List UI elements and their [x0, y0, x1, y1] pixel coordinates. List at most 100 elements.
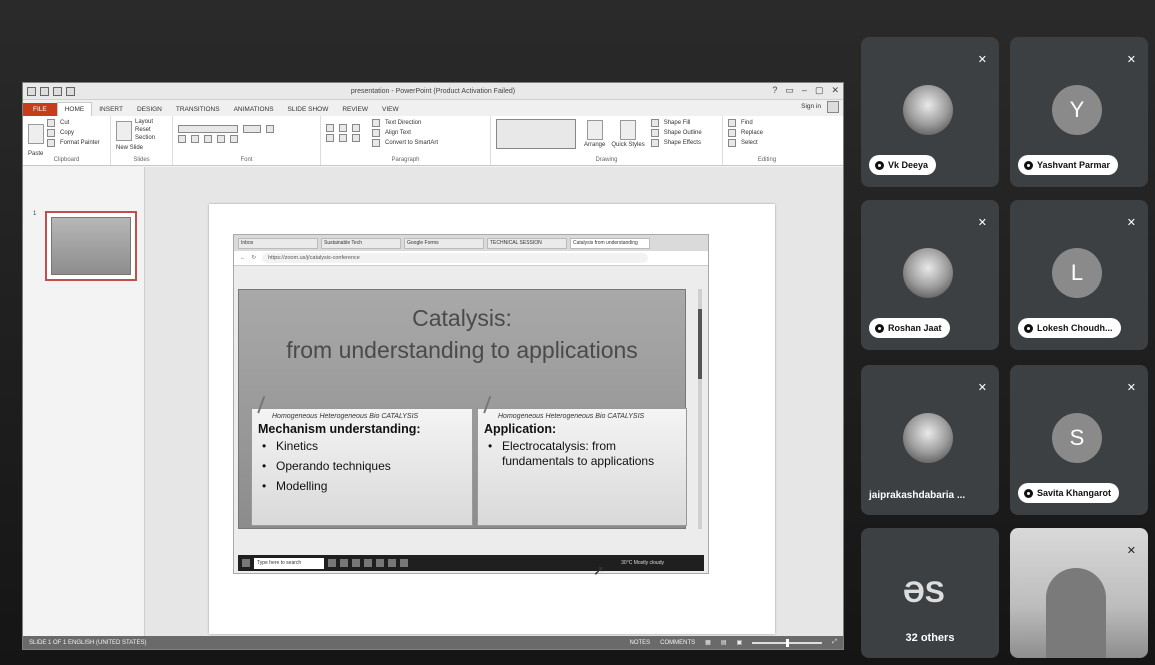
tab-file[interactable]: FILE: [23, 103, 57, 116]
font-name-box[interactable]: [178, 125, 238, 133]
fit-slide-icon[interactable]: ⤢: [832, 639, 837, 646]
card-heading: Application:: [484, 422, 557, 436]
slide-thumbnail[interactable]: [45, 211, 137, 281]
text-direction-button[interactable]: Text Direction: [385, 120, 421, 126]
arrange-icon[interactable]: [586, 120, 603, 140]
font-color-icon[interactable]: [230, 135, 238, 143]
browser-tab: TECHNICAL SESSION: [487, 237, 567, 249]
shape-effects-icon: [650, 139, 659, 147]
account-avatar[interactable]: [827, 101, 839, 113]
strikethrough-icon[interactable]: [217, 135, 225, 143]
new-slide-button[interactable]: New Slide: [116, 145, 143, 151]
tab-review[interactable]: REVIEW: [335, 103, 375, 116]
find-button[interactable]: Find: [741, 120, 753, 126]
replace-icon: [728, 129, 736, 137]
underline-icon[interactable]: [204, 135, 212, 143]
pasted-screenshot[interactable]: Inbox Sustainable Tech Google Forms TECH…: [233, 234, 709, 574]
replace-button[interactable]: Replace: [741, 130, 763, 136]
section-button[interactable]: Section: [135, 135, 155, 141]
avatar: [903, 85, 953, 135]
avatar: Y: [1052, 85, 1102, 135]
minimize-button[interactable]: –: [802, 85, 807, 96]
align-text-button[interactable]: Align Text: [385, 130, 411, 136]
reload-icon: ↻: [251, 255, 257, 261]
reading-view-icon[interactable]: ▣: [737, 639, 743, 646]
align-right-icon[interactable]: [352, 134, 360, 142]
convert-smartart-button[interactable]: Convert to SmartArt: [385, 140, 438, 146]
paste-icon[interactable]: [28, 124, 44, 144]
shape-effects-button[interactable]: Shape Effects: [664, 140, 701, 146]
font-group: Font: [173, 116, 321, 165]
tab-view[interactable]: VIEW: [375, 103, 406, 116]
tab-transitions[interactable]: TRANSITIONS: [169, 103, 227, 116]
format-painter-button[interactable]: Format Painter: [60, 140, 100, 146]
title-line-1: Catalysis:: [412, 305, 512, 331]
select-button[interactable]: Select: [741, 140, 758, 146]
participant-name: Yashvant Parmar: [1018, 155, 1119, 175]
slide-sorter-icon[interactable]: ▤: [721, 639, 727, 646]
notes-button[interactable]: NOTES: [630, 640, 651, 646]
list-item: Modelling: [258, 479, 466, 494]
mic-off-icon: ✕: [977, 54, 987, 66]
participant-name: Lokesh Choudh...: [1018, 318, 1121, 338]
numbering-icon[interactable]: [339, 124, 347, 132]
taskbar-search: Type here to search: [254, 557, 324, 569]
tab-home[interactable]: HOME: [56, 102, 93, 116]
pin-icon: [1024, 323, 1033, 333]
font-label: Font: [240, 157, 253, 163]
new-slide-icon[interactable]: [116, 121, 132, 141]
zoom-slider[interactable]: [752, 638, 823, 647]
participant-tile[interactable]: ✕ Roshan Jaat: [861, 200, 999, 350]
layout-button[interactable]: Layout: [135, 119, 153, 125]
slide-canvas[interactable]: Inbox Sustainable Tech Google Forms TECH…: [209, 204, 775, 634]
shapes-gallery[interactable]: [496, 119, 576, 149]
mechanism-card: Homogeneous Heterogeneous Bio CATALYSIS …: [251, 395, 473, 526]
slides-group: Layout Reset Section New Slide Slides: [111, 116, 173, 165]
browser-tab: Sustainable Tech: [321, 237, 401, 249]
participant-tile[interactable]: ✕ Vk Deeya: [861, 37, 999, 187]
quick-styles-button[interactable]: Quick Styles: [611, 142, 644, 148]
sign-in-link[interactable]: Sign in: [801, 103, 821, 110]
tab-slide-show[interactable]: SLIDE SHOW: [281, 103, 336, 116]
copy-button[interactable]: Copy: [60, 130, 74, 136]
avatar: [903, 248, 953, 298]
align-left-icon[interactable]: [326, 134, 334, 142]
close-button[interactable]: ✕: [831, 85, 839, 96]
reset-button[interactable]: Reset: [135, 127, 151, 133]
others-tile[interactable]: ƏS 32 others: [861, 528, 999, 658]
arrange-button[interactable]: Arrange: [584, 142, 605, 148]
grow-font-icon[interactable]: [266, 125, 274, 133]
self-video-tile[interactable]: ✕: [1010, 528, 1148, 658]
bold-icon[interactable]: [178, 135, 186, 143]
comments-button[interactable]: COMMENTS: [660, 640, 695, 646]
maximize-button[interactable]: ▢: [815, 85, 824, 96]
ribbon-display-button[interactable]: ▭: [785, 85, 794, 96]
tab-design[interactable]: DESIGN: [130, 103, 169, 116]
shape-fill-button[interactable]: Shape Fill: [664, 120, 691, 126]
participant-tile[interactable]: ✕ S Savita Khangarot: [1010, 365, 1148, 515]
taskbar-app-icon: [400, 559, 408, 567]
participant-name: Savita Khangarot: [1018, 483, 1120, 503]
participant-tile[interactable]: ✕ jaiprakashdabaria ...: [861, 365, 999, 515]
editing-label: Editing: [757, 157, 777, 163]
drawing-label: Drawing: [595, 157, 618, 163]
center-icon[interactable]: [339, 134, 347, 142]
windows-taskbar: Type here to search 30°C Mostly cloudy: [238, 555, 704, 571]
font-size-box[interactable]: [243, 125, 261, 133]
tab-insert[interactable]: INSERT: [92, 103, 130, 116]
avatar: [903, 413, 953, 463]
italic-icon[interactable]: [191, 135, 199, 143]
card-subtitle: Homogeneous Heterogeneous Bio CATALYSIS: [272, 413, 419, 420]
help-button[interactable]: ?: [772, 85, 777, 96]
quick-styles-icon[interactable]: [620, 120, 637, 140]
mic-off-icon: ✕: [1126, 545, 1136, 557]
camera-feed: [1046, 568, 1106, 658]
participant-tile[interactable]: ✕ Y Yashvant Parmar: [1010, 37, 1148, 187]
cut-button[interactable]: Cut: [60, 120, 69, 126]
bullets-icon[interactable]: [326, 124, 334, 132]
tab-animations[interactable]: ANIMATIONS: [227, 103, 281, 116]
shape-outline-button[interactable]: Shape Outline: [664, 130, 702, 136]
participant-tile[interactable]: ✕ L Lokesh Choudh...: [1010, 200, 1148, 350]
normal-view-icon[interactable]: ▦: [705, 639, 711, 646]
indent-icon[interactable]: [352, 124, 360, 132]
